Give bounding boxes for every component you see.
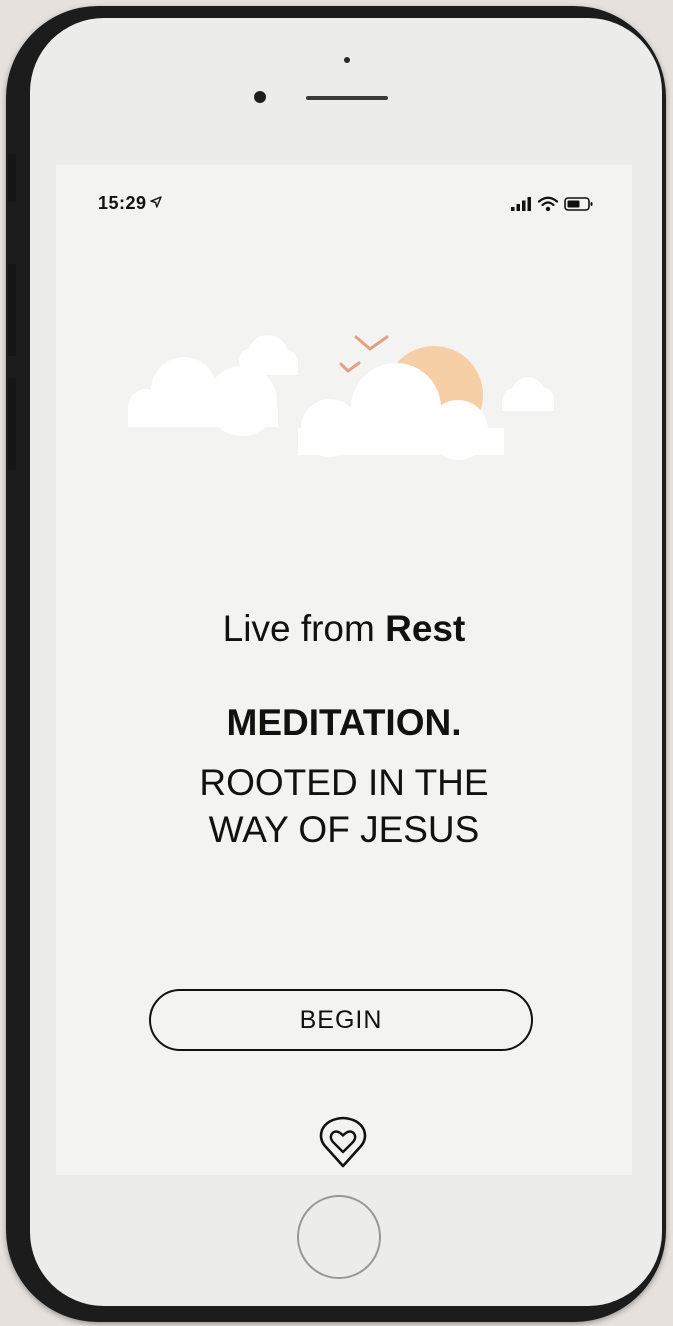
app-screen: 15:29 Live from Rest MEDITATION. ROOTED … <box>56 165 632 1175</box>
tagline-brand: Rest <box>385 608 466 649</box>
proximity-sensor <box>344 57 350 63</box>
begin-button[interactable]: BEGIN <box>149 989 533 1051</box>
tagline-prefix: Live from <box>222 608 386 649</box>
heart-pin-logo-icon <box>319 1116 367 1168</box>
cloud-icon-small-top <box>239 335 298 375</box>
status-time-text: 15:29 <box>98 193 147 213</box>
battery-icon <box>564 197 593 211</box>
mute-switch <box>8 154 16 202</box>
headline-meditation: MEDITATION. <box>226 702 462 743</box>
bird-icon <box>339 335 389 373</box>
signal-bars-icon <box>511 197 531 211</box>
subheadline: ROOTED IN THE WAY OF JESUS <box>56 759 632 853</box>
front-camera <box>254 91 266 103</box>
cloud-icon-right <box>502 377 554 411</box>
wifi-icon <box>538 196 558 212</box>
subheadline-line-2: WAY OF JESUS <box>208 809 480 850</box>
status-bar-time: 15:29 <box>98 193 162 214</box>
volume-down-button <box>8 378 16 470</box>
location-arrow-icon <box>149 196 162 208</box>
home-button[interactable] <box>297 1195 381 1279</box>
app-tagline: Live from Rest <box>56 608 632 650</box>
volume-up-button <box>8 264 16 356</box>
subheadline-line-1: ROOTED IN THE <box>199 762 489 803</box>
status-bar-indicators <box>510 195 594 213</box>
earpiece-speaker <box>306 96 388 100</box>
sky-illustration <box>128 335 554 460</box>
